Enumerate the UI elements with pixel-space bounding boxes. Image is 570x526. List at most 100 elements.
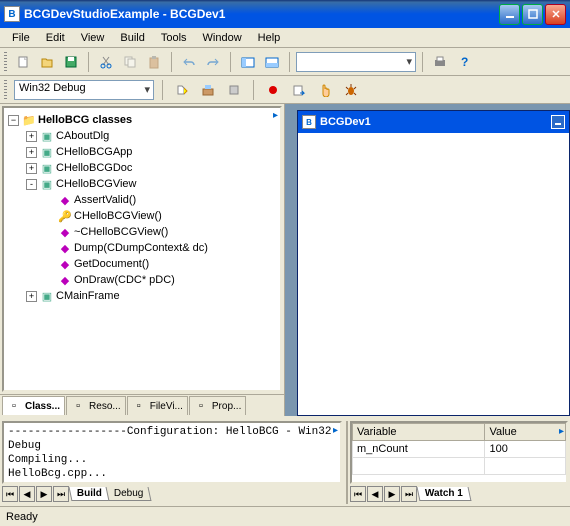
open-button[interactable] [36, 51, 58, 73]
output-text[interactable]: ▸ ------------------Configuration: Hello… [2, 421, 342, 484]
compile-button[interactable] [171, 79, 193, 101]
print-button[interactable] [429, 51, 451, 73]
stop-build-button[interactable] [223, 79, 245, 101]
output-panel: ▸ ------------------Configuration: Hello… [2, 421, 342, 504]
child-minimize-button[interactable] [551, 115, 565, 129]
menu-build[interactable]: Build [112, 30, 152, 46]
tree-item-label[interactable]: ~CHelloBCGView() [74, 226, 168, 238]
insect-button[interactable] [340, 79, 362, 101]
menu-view[interactable]: View [73, 30, 113, 46]
app-icon: B [4, 6, 20, 22]
paste-button[interactable] [143, 51, 165, 73]
tree-item-label[interactable]: AssertValid() [74, 194, 136, 206]
help-button[interactable]: ? [453, 51, 475, 73]
gripper[interactable] [4, 80, 7, 100]
tree-root-label[interactable]: HelloBCG classes [38, 114, 132, 126]
watch-var[interactable] [353, 458, 485, 475]
output-tab[interactable]: Build [69, 487, 111, 501]
close-button[interactable] [545, 4, 566, 25]
undo-button[interactable] [178, 51, 200, 73]
panel-menu-icon[interactable]: ▸ [333, 425, 338, 439]
menu-tools[interactable]: Tools [153, 30, 195, 46]
breakpoint-button[interactable] [262, 79, 284, 101]
menu-edit[interactable]: Edit [38, 30, 73, 46]
build-button[interactable] [197, 79, 219, 101]
find-combo[interactable] [296, 52, 416, 72]
new-button[interactable] [12, 51, 34, 73]
watch-var[interactable]: m_nCount [353, 441, 485, 458]
config-combo[interactable]: Win32 Debug [14, 80, 154, 100]
go-button[interactable] [288, 79, 310, 101]
workspace-button[interactable] [237, 51, 259, 73]
output-button[interactable] [261, 51, 283, 73]
svg-text:?: ? [461, 55, 468, 69]
tab-icon: ▫ [132, 399, 146, 413]
watch-panel: ▸ VariableValuem_nCount100 ⏮ ◀ ▶ ⏭ Watch… [346, 421, 568, 504]
output-line: Linking... [8, 481, 336, 484]
output-tab[interactable]: Debug [106, 487, 152, 501]
tree-item-label[interactable]: CHelloBCGView() [74, 210, 162, 222]
panel-menu-icon[interactable]: ▸ [273, 110, 278, 121]
gripper[interactable] [4, 52, 7, 72]
build-toolbar: Win32 Debug [0, 76, 570, 104]
redo-button[interactable] [202, 51, 224, 73]
watch-header[interactable]: Variable [353, 424, 485, 441]
workspace-tab[interactable]: ▫FileVi... [127, 396, 188, 415]
method-icon: ◆ [58, 241, 72, 255]
tree-item-label[interactable]: GetDocument() [74, 258, 149, 270]
save-button[interactable] [60, 51, 82, 73]
watch-val[interactable] [485, 458, 566, 475]
workspace-tab[interactable]: ▫Reso... [66, 396, 126, 415]
tab-label: Class... [25, 401, 60, 412]
menu-window[interactable]: Window [195, 30, 250, 46]
workspace-tab[interactable]: ▫Prop... [189, 396, 246, 415]
menu-bar: File Edit View Build Tools Window Help [0, 28, 570, 48]
watch-val[interactable]: 100 [485, 441, 566, 458]
child-title: BCGDev1 [320, 116, 371, 128]
output-line: Compiling... [8, 453, 336, 467]
expand-toggle[interactable]: + [26, 291, 37, 302]
workspace-panel: ▸ −📁HelloBCG classes+▣CAboutDlg+▣CHelloB… [0, 104, 285, 416]
tree-item-label[interactable]: CMainFrame [56, 290, 120, 302]
class-icon: ▣ [40, 161, 54, 175]
expand-toggle[interactable]: + [26, 163, 37, 174]
expand-toggle[interactable]: − [8, 115, 19, 126]
tree-item-label[interactable]: CHelloBCGApp [56, 146, 132, 158]
child-window[interactable]: B BCGDev1 [297, 110, 570, 416]
expand-toggle[interactable]: + [26, 147, 37, 158]
hand-button[interactable] [314, 79, 336, 101]
expand-toggle[interactable]: + [26, 131, 37, 142]
tree-item-label[interactable]: Dump(CDumpContext& dc) [74, 242, 208, 254]
workspace-tab[interactable]: ▫ Class... [2, 396, 65, 415]
tab-icon: ▫ [71, 399, 85, 413]
standard-toolbar: ? [0, 48, 570, 76]
tree-item-label[interactable]: CHelloBCGView [56, 178, 137, 190]
menu-help[interactable]: Help [250, 30, 289, 46]
copy-button[interactable] [119, 51, 141, 73]
cut-button[interactable] [95, 51, 117, 73]
workspace-tabs: ▫ Class... ▫Reso...▫FileVi...▫Prop... [0, 394, 284, 416]
maximize-button[interactable] [522, 4, 543, 25]
document-view[interactable] [298, 133, 569, 415]
watch-tab[interactable]: Watch 1 [417, 487, 472, 501]
method-icon: ◆ [58, 257, 72, 271]
output-line: ------------------Configuration: HelloBC… [8, 425, 336, 453]
window-title: BCGDevStudioExample - BCGDev1 [24, 7, 499, 21]
method-icon: 🔑 [58, 209, 72, 223]
watch-header[interactable]: Value [485, 424, 566, 441]
tab-icon: ▫ [7, 399, 21, 413]
tab-icon: ▫ [194, 399, 208, 413]
menu-file[interactable]: File [4, 30, 38, 46]
tree-item-label[interactable]: CAboutDlg [56, 130, 109, 142]
watch-grid[interactable]: ▸ VariableValuem_nCount100 [350, 421, 568, 484]
output-line: HelloBcg.cpp... [8, 467, 336, 481]
tree-item-label[interactable]: OnDraw(CDC* pDC) [74, 274, 175, 286]
panel-menu-icon[interactable]: ▸ [559, 425, 564, 439]
doc-icon: B [302, 115, 316, 129]
mdi-area: B BCGDev1 [285, 104, 570, 416]
tree-item-label[interactable]: CHelloBCGDoc [56, 162, 132, 174]
class-tree[interactable]: ▸ −📁HelloBCG classes+▣CAboutDlg+▣CHelloB… [2, 106, 282, 392]
child-title-bar[interactable]: B BCGDev1 [298, 111, 569, 133]
minimize-button[interactable] [499, 4, 520, 25]
expand-toggle[interactable]: - [26, 179, 37, 190]
